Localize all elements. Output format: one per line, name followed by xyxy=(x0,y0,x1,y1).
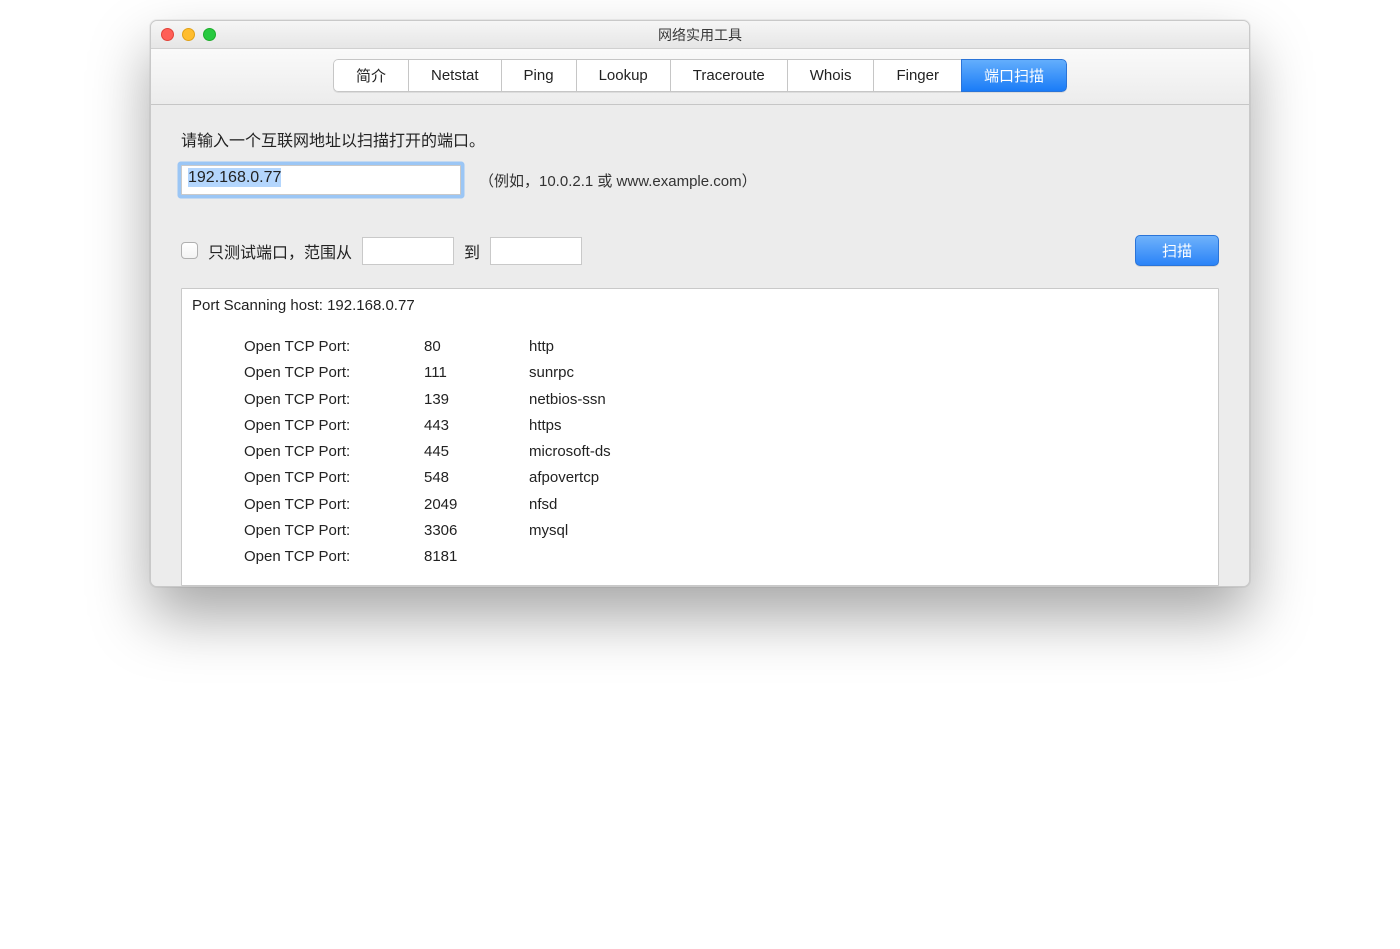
titlebar[interactable]: 网络实用工具 xyxy=(151,21,1249,49)
result-label: Open TCP Port: xyxy=(244,465,424,491)
result-row: Open TCP Port:111sunrpc xyxy=(192,360,1208,386)
result-label: Open TCP Port: xyxy=(244,518,424,544)
tab-port-scan[interactable]: 端口扫描 xyxy=(961,59,1067,92)
range-label-to: 到 xyxy=(464,239,480,263)
result-port: 2049 xyxy=(424,492,529,518)
result-service xyxy=(529,544,1208,570)
result-row: Open TCP Port:445microsoft-ds xyxy=(192,439,1208,465)
result-port: 80 xyxy=(424,334,529,360)
close-icon[interactable] xyxy=(161,28,174,41)
result-port: 3306 xyxy=(424,518,529,544)
result-service: afpovertcp xyxy=(529,465,1208,491)
address-hint: （例如，10.0.2.1 或 www.example.com） xyxy=(479,170,757,191)
tab-group: 简介 Netstat Ping Lookup Traceroute Whois … xyxy=(333,59,1067,92)
tab-info[interactable]: 简介 xyxy=(333,59,408,92)
result-port: 443 xyxy=(424,413,529,439)
tab-ping[interactable]: Ping xyxy=(501,59,576,92)
result-service: http xyxy=(529,334,1208,360)
prompt-label: 请输入一个互联网地址以扫描打开的端口。 xyxy=(181,127,1219,151)
result-port: 139 xyxy=(424,387,529,413)
address-input[interactable]: 192.168.0.77 xyxy=(181,165,461,195)
result-port: 111 xyxy=(424,360,529,386)
result-row: Open TCP Port:80http xyxy=(192,334,1208,360)
minimize-icon[interactable] xyxy=(182,28,195,41)
result-label: Open TCP Port: xyxy=(244,413,424,439)
result-port: 8181 xyxy=(424,544,529,570)
tab-lookup[interactable]: Lookup xyxy=(576,59,670,92)
tab-netstat[interactable]: Netstat xyxy=(408,59,501,92)
range-from-input[interactable] xyxy=(362,237,454,265)
range-label-prefix: 只测试端口，范围从 xyxy=(208,239,352,263)
result-port: 445 xyxy=(424,439,529,465)
result-label: Open TCP Port: xyxy=(244,387,424,413)
tab-toolbar: 简介 Netstat Ping Lookup Traceroute Whois … xyxy=(151,49,1249,105)
limit-ports-checkbox[interactable] xyxy=(181,242,198,259)
range-to-input[interactable] xyxy=(490,237,582,265)
result-service: nfsd xyxy=(529,492,1208,518)
app-window: 网络实用工具 简介 Netstat Ping Lookup Traceroute… xyxy=(150,20,1250,587)
result-row: Open TCP Port:443https xyxy=(192,413,1208,439)
result-label: Open TCP Port: xyxy=(244,439,424,465)
results-output[interactable]: Port Scanning host: 192.168.0.77 Open TC… xyxy=(181,288,1219,586)
result-service: mysql xyxy=(529,518,1208,544)
result-service: microsoft-ds xyxy=(529,439,1208,465)
result-row: Open TCP Port:139netbios-ssn xyxy=(192,387,1208,413)
tab-traceroute[interactable]: Traceroute xyxy=(670,59,787,92)
maximize-icon[interactable] xyxy=(203,28,216,41)
result-row: Open TCP Port:548afpovertcp xyxy=(192,465,1208,491)
tab-whois[interactable]: Whois xyxy=(787,59,874,92)
tab-finger[interactable]: Finger xyxy=(873,59,961,92)
results-rows: Open TCP Port:80httpOpen TCP Port:111sun… xyxy=(192,334,1208,570)
result-port: 548 xyxy=(424,465,529,491)
result-row: Open TCP Port:2049nfsd xyxy=(192,492,1208,518)
result-service: sunrpc xyxy=(529,360,1208,386)
scan-button[interactable]: 扫描 xyxy=(1135,235,1219,266)
result-service: netbios-ssn xyxy=(529,387,1208,413)
content-pane: 请输入一个互联网地址以扫描打开的端口。 192.168.0.77 （例如，10.… xyxy=(151,105,1249,586)
address-value: 192.168.0.77 xyxy=(188,168,281,187)
result-service: https xyxy=(529,413,1208,439)
window-title: 网络实用工具 xyxy=(151,25,1249,45)
result-label: Open TCP Port: xyxy=(244,544,424,570)
result-row: Open TCP Port:8181 xyxy=(192,544,1208,570)
result-label: Open TCP Port: xyxy=(244,360,424,386)
result-label: Open TCP Port: xyxy=(244,334,424,360)
results-header: Port Scanning host: 192.168.0.77 xyxy=(192,297,1208,314)
result-label: Open TCP Port: xyxy=(244,492,424,518)
result-row: Open TCP Port:3306mysql xyxy=(192,518,1208,544)
